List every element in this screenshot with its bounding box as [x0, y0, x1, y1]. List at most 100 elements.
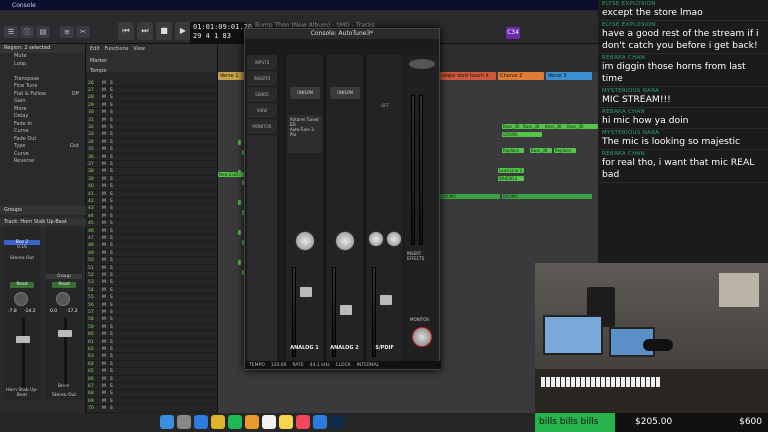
solo-button[interactable]: S: [110, 250, 113, 257]
inspector-row[interactable]: Curve: [0, 128, 85, 136]
mute-button[interactable]: M: [102, 398, 106, 405]
preamp-knob[interactable]: [295, 231, 315, 251]
solo-button[interactable]: S: [110, 235, 113, 242]
solo-button[interactable]: S: [110, 102, 113, 109]
library-button[interactable]: ☰: [4, 26, 18, 38]
channel-fader[interactable]: [340, 305, 352, 315]
automation-read[interactable]: Read: [52, 282, 76, 288]
mute-button[interactable]: M: [102, 124, 106, 131]
channel-fader[interactable]: [300, 287, 312, 297]
solo-button[interactable]: S: [110, 213, 113, 220]
mute-button[interactable]: M: [102, 368, 106, 375]
output-slot[interactable]: Stereo Out: [4, 256, 40, 261]
menu-app-name[interactable]: Console: [12, 2, 36, 9]
solo-button[interactable]: S: [110, 368, 113, 375]
gain-knob-right[interactable]: [386, 231, 402, 247]
solo-button[interactable]: S: [110, 398, 113, 405]
solo-button[interactable]: S: [110, 228, 113, 235]
insert-preset[interactable]: Auto-Tune 3 Pro: [290, 127, 320, 137]
inspector-row[interactable]: Reverse: [0, 158, 85, 166]
mute-button[interactable]: M: [102, 242, 106, 249]
pan-knob[interactable]: [56, 292, 70, 306]
uad-console-window[interactable]: Console: AutoTune3* INPUTS INSERTS SENDS VI…: [244, 28, 441, 370]
arrange-region[interactable]: Bass_36: [566, 124, 598, 129]
solo-button[interactable]: S: [110, 139, 113, 146]
mute-button[interactable]: M: [102, 117, 106, 124]
key-badge[interactable]: C34: [506, 27, 520, 39]
rewind-button[interactable]: ⏮: [118, 22, 134, 40]
inspector-row[interactable]: Fade In: [0, 121, 85, 129]
solo-button[interactable]: S: [110, 294, 113, 301]
solo-button[interactable]: S: [110, 87, 113, 94]
solo-button[interactable]: S: [110, 353, 113, 360]
groups-header[interactable]: Groups: [0, 206, 86, 215]
editors-button[interactable]: ✂: [76, 26, 90, 38]
inspector-row[interactable]: Mute: [0, 53, 85, 61]
solo-button[interactable]: S: [110, 390, 113, 397]
toolbar-button[interactable]: ▤: [36, 26, 50, 38]
mute-button[interactable]: M: [102, 176, 106, 183]
midi-region[interactable]: [238, 170, 241, 175]
lcd-display[interactable]: 01:01:09:01.20 29 4 1 83: [190, 22, 252, 44]
solo-button[interactable]: S: [110, 198, 113, 205]
arrange-region[interactable]: GROWL: [502, 132, 542, 137]
mute-button[interactable]: M: [102, 390, 106, 397]
arrange-region[interactable]: Replace: [554, 148, 576, 153]
midi-region[interactable]: [238, 260, 241, 265]
solo-button[interactable]: S: [110, 324, 113, 331]
arrange-marker[interactable]: Verse 3: [546, 72, 592, 80]
arrange-region[interactable]: WHEWL3: [498, 176, 524, 181]
mixer-button[interactable]: ≡: [60, 26, 74, 38]
solo-button[interactable]: S: [110, 339, 113, 346]
console-side-tab[interactable]: INPUTS: [247, 55, 277, 71]
solo-button[interactable]: S: [110, 242, 113, 249]
mute-button[interactable]: M: [102, 146, 106, 153]
mute-button[interactable]: M: [102, 353, 106, 360]
finder-icon[interactable]: [160, 415, 174, 429]
inspector-row[interactable]: Fine Tune: [0, 83, 85, 91]
solo-button[interactable]: S: [110, 154, 113, 161]
play-button[interactable]: ▶: [175, 22, 191, 40]
solo-button[interactable]: S: [110, 302, 113, 309]
inspector-row[interactable]: Transpose: [0, 76, 85, 84]
mute-button[interactable]: M: [102, 102, 106, 109]
preamp-knob[interactable]: [335, 231, 355, 251]
arrange-region[interactable]: Replace: [502, 148, 524, 153]
region-header[interactable]: Region: 2 selected: [0, 44, 85, 53]
monitor-knob[interactable]: [412, 327, 432, 347]
mute-button[interactable]: M: [102, 272, 106, 279]
safari-icon[interactable]: [194, 415, 208, 429]
solo-button[interactable]: S: [110, 331, 113, 338]
solo-button[interactable]: S: [110, 109, 113, 116]
mute-button[interactable]: M: [102, 94, 106, 101]
solo-button[interactable]: S: [110, 168, 113, 175]
solo-button[interactable]: S: [110, 376, 113, 383]
launchpad-icon[interactable]: [177, 415, 191, 429]
solo-button[interactable]: S: [110, 287, 113, 294]
functions-menu[interactable]: Functions: [104, 46, 128, 52]
stop-button[interactable]: ■: [156, 22, 172, 40]
volume-fader[interactable]: [58, 330, 72, 337]
mute-button[interactable]: M: [102, 331, 106, 338]
solo-button[interactable]: S: [110, 191, 113, 198]
mute-button[interactable]: M: [102, 309, 106, 316]
pan-knob[interactable]: [14, 292, 28, 306]
view-menu[interactable]: View: [133, 46, 145, 52]
mute-button[interactable]: M: [102, 346, 106, 353]
mute-button[interactable]: M: [102, 139, 106, 146]
mute-button[interactable]: M: [102, 131, 106, 138]
solo-button[interactable]: S: [110, 146, 113, 153]
console-side-tab[interactable]: VIEW: [247, 103, 277, 119]
insert-fx[interactable]: Antares Tuned ED: [290, 117, 320, 127]
photos-icon[interactable]: [245, 415, 259, 429]
solo-button[interactable]: S: [110, 183, 113, 190]
console-side-tab[interactable]: INSERTS: [247, 71, 277, 87]
inspector-button[interactable]: ⓘ: [20, 26, 34, 38]
solo-button[interactable]: S: [110, 131, 113, 138]
insert-slots[interactable]: Antares Tuned ED Auto-Tune 3 Pro: [288, 115, 322, 153]
calendar-icon[interactable]: [262, 415, 276, 429]
mute-button[interactable]: M: [102, 213, 106, 220]
mute-button[interactable]: M: [102, 228, 106, 235]
mute-button[interactable]: M: [102, 220, 106, 227]
solo-button[interactable]: S: [110, 265, 113, 272]
